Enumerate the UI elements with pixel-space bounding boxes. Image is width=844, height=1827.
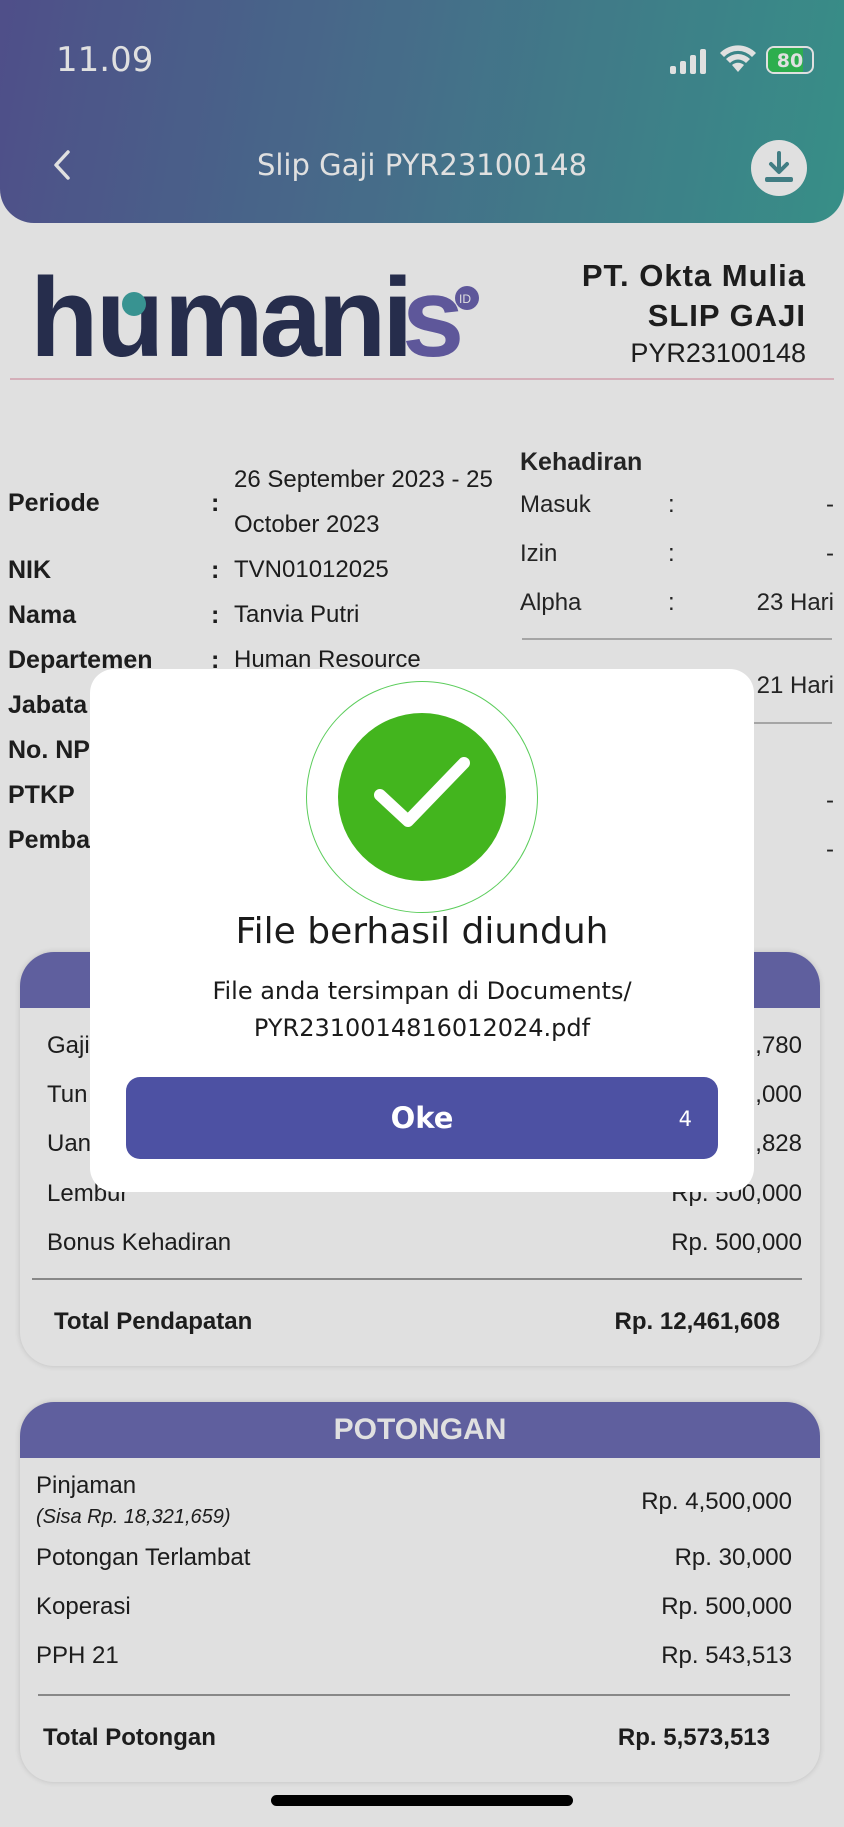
dialog-title: File berhasil diunduh [235, 911, 609, 952]
success-check-icon [338, 713, 506, 881]
ok-countdown: 4 [678, 1107, 692, 1131]
download-success-dialog: File berhasil diunduh File anda tersimpa… [90, 669, 754, 1192]
home-indicator[interactable] [271, 1795, 573, 1806]
dialog-message: File anda tersimpan di Documents/ PYR231… [130, 973, 714, 1047]
ok-button-label: Oke [390, 1101, 454, 1135]
ok-button[interactable]: Oke 4 [126, 1077, 718, 1159]
dialog-file-name: PYR2310014816012024.pdf [253, 1014, 591, 1042]
dialog-message-line1: File anda tersimpan di Documents/ [212, 977, 632, 1005]
